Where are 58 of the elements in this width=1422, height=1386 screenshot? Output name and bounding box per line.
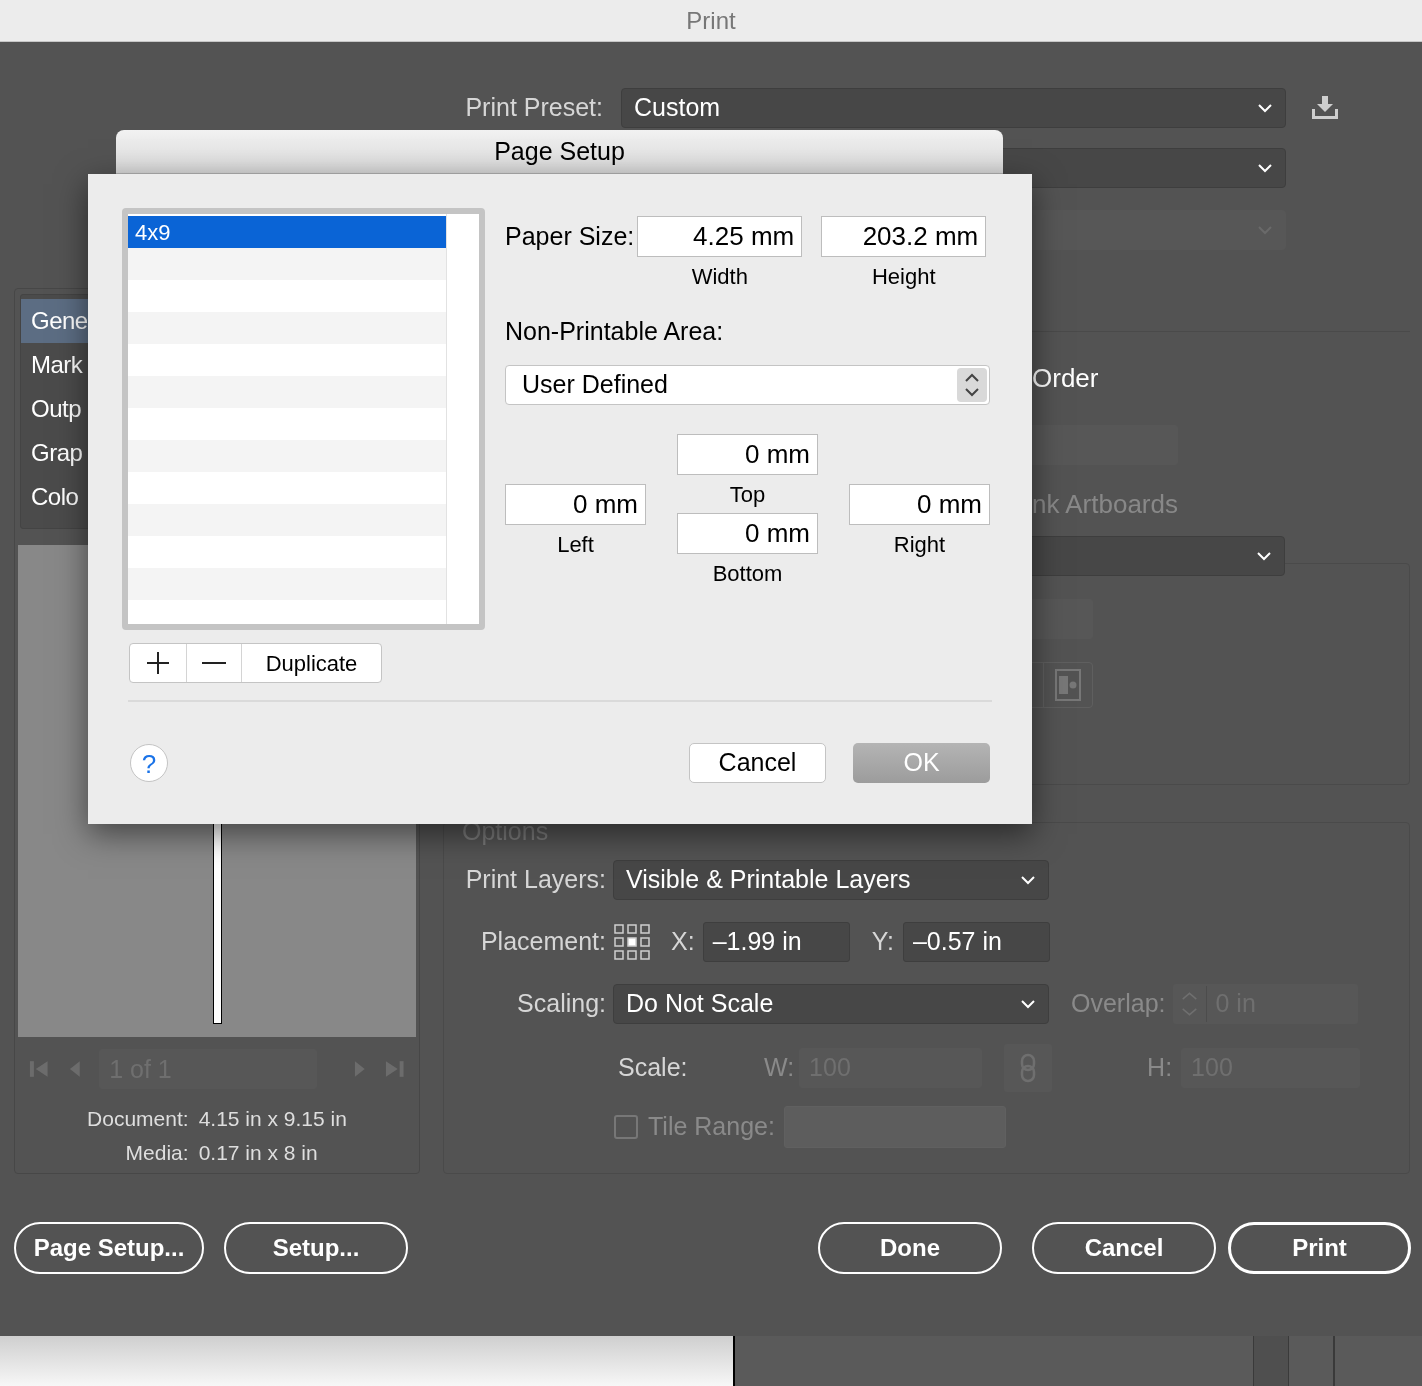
last-page-icon[interactable] [384,1059,406,1080]
print-preset-label: Print Preset: [464,92,604,124]
dialog-button[interactable]: Done [818,1222,1002,1274]
scaling-label: Scaling: [516,988,606,1020]
document-label: Document: [87,1106,189,1132]
download-icon[interactable] [1310,95,1340,121]
sheet-button[interactable]: Cancel [689,743,826,783]
placement-label: Placement: [479,926,606,958]
scaling-dropdown[interactable]: Do Not Scale [613,983,1049,1024]
remove-icon[interactable] [202,661,226,665]
media-label: Media: [124,1139,189,1166]
paper-height-field[interactable]: 203.2 mm [821,216,987,257]
scale-label: Scale: [618,1052,689,1084]
dialog-button[interactable]: Cancel [1032,1222,1216,1274]
link-icon [1020,1052,1037,1083]
order-heading: Order [1032,362,1100,395]
chevron-down-icon [1257,103,1273,113]
x-field[interactable]: –1.99 in [702,921,850,962]
non-printable-area-popup[interactable]: User Defined [505,364,990,405]
add-icon[interactable] [146,651,170,675]
chevron-down-icon [1020,874,1036,885]
stepper-icon [957,367,987,402]
width-caption: Width [691,263,748,291]
dialog-button[interactable]: Page Setup... [14,1222,204,1274]
dialog-button[interactable]: Setup... [224,1222,408,1274]
placement-grid-icon[interactable] [613,922,651,961]
top-margin-field[interactable]: 0 mm [677,433,818,475]
bottom-margin-field[interactable]: 0 mm [677,512,818,554]
left-caption: Left [557,530,594,559]
right-caption: Right [893,530,946,559]
help-button[interactable]: ? [130,744,168,782]
page-orientation-icon[interactable] [1054,668,1082,702]
print-preset-dropdown[interactable]: Custom [621,88,1286,128]
non-printable-area-label: Non-Printable Area: [505,316,725,347]
print-layers-label: Print Layers: [464,864,606,896]
height-caption: Height [871,263,936,291]
y-field[interactable]: –0.57 in [902,921,1050,962]
right-margin-field[interactable]: 0 mm [849,483,990,525]
media-size: 0.17 in x 8 in [198,1139,319,1166]
top-caption: Top [729,480,766,509]
y-label: Y: [871,926,894,958]
sheet-title: Page Setup [494,135,625,167]
dialog-button[interactable]: Print [1228,1222,1411,1274]
duplicate-button[interactable]: Duplicate [242,644,381,682]
constrain-button[interactable] [1004,1043,1053,1092]
left-margin-field[interactable]: 0 mm [505,483,646,525]
print-layers-dropdown[interactable]: Visible & Printable Layers [613,859,1049,900]
first-page-icon[interactable] [28,1059,50,1080]
window-title: Print [686,5,736,36]
paper-list-item[interactable]: 4x9 [128,216,446,248]
chevron-down-icon [1257,163,1273,173]
paper-size-label: Paper Size: [505,220,635,252]
chevron-down-icon [1020,998,1036,1009]
chevron-down-icon [1256,551,1272,561]
bottom-caption: Bottom [712,559,783,588]
document-size: 4.15 in x 9.15 in [198,1106,347,1132]
x-label: X: [671,926,695,958]
paper-width-field[interactable]: 4.25 mm [637,216,803,257]
